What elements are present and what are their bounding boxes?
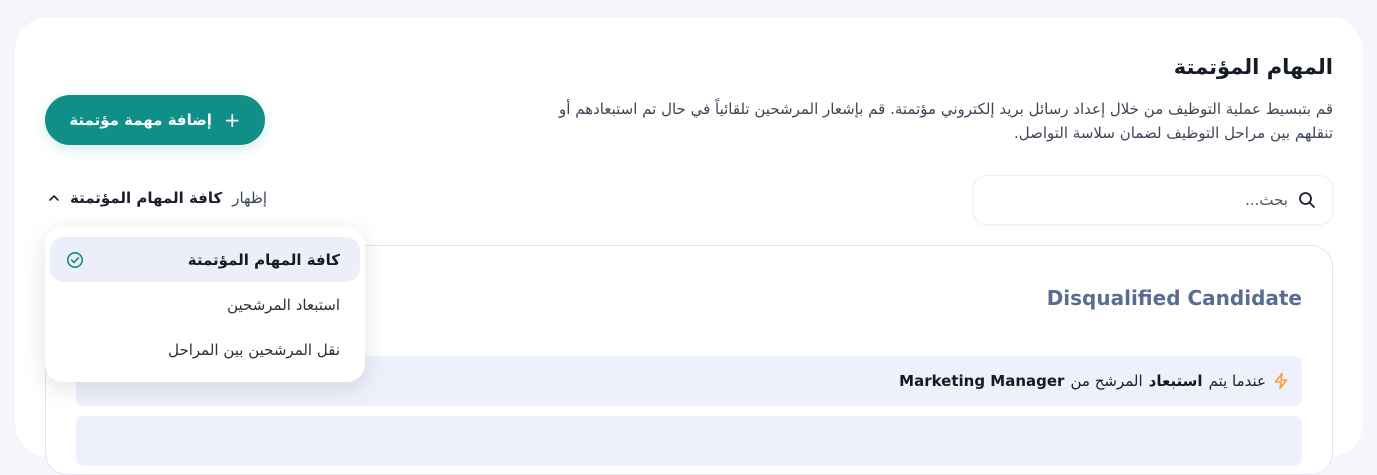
task-action-row[interactable] — [76, 416, 1302, 466]
search-box[interactable] — [973, 175, 1333, 225]
search-icon — [1298, 191, 1316, 209]
filter-option-label: كافة المهام المؤتمتة — [187, 250, 340, 269]
task-title: Disqualified Candidate — [1046, 286, 1302, 310]
filter-option-move-stages[interactable]: نقل المرشحين بين المراحل — [50, 327, 360, 372]
filter-option-label: نقل المرشحين بين المراحل — [168, 340, 340, 359]
filter-option-disqualify[interactable]: استبعاد المرشحين — [50, 282, 360, 327]
filter-option-all[interactable]: كافة المهام المؤتمتة — [50, 237, 360, 282]
filter-option-label: استبعاد المرشحين — [227, 295, 340, 314]
trigger-job: Marketing Manager — [899, 372, 1065, 390]
chevron-up-icon — [48, 192, 60, 204]
task-filter-toggle[interactable]: إظهار كافة المهام المؤتمتة — [48, 189, 267, 207]
filter-prefix: إظهار — [232, 189, 268, 207]
lightning-icon — [1272, 372, 1290, 390]
filter-dropdown-menu: كافة المهام المؤتمتة استبعاد المرشحين نق… — [45, 227, 365, 382]
check-circle-icon — [66, 251, 84, 269]
automated-tasks-card: المهام المؤتمتة قم بتبسيط عملية التوظيف … — [15, 17, 1363, 475]
page-description: قم بتبسيط عملية التوظيف من خلال إعداد رس… — [559, 100, 1333, 142]
page-title: المهام المؤتمتة — [1173, 55, 1333, 79]
add-automated-task-button[interactable]: + إضافة مهمة مؤتمتة — [45, 95, 265, 145]
filter-selected-value: كافة المهام المؤتمتة — [70, 189, 223, 207]
trigger-mid: المرشح من — [1070, 372, 1143, 390]
plus-icon: + — [223, 108, 241, 132]
search-input[interactable] — [1008, 191, 1288, 209]
add-task-label: إضافة مهمة مؤتمتة — [69, 111, 212, 129]
trigger-pre: عندما يتم — [1208, 372, 1266, 390]
trigger-action: استبعاد — [1148, 372, 1203, 390]
